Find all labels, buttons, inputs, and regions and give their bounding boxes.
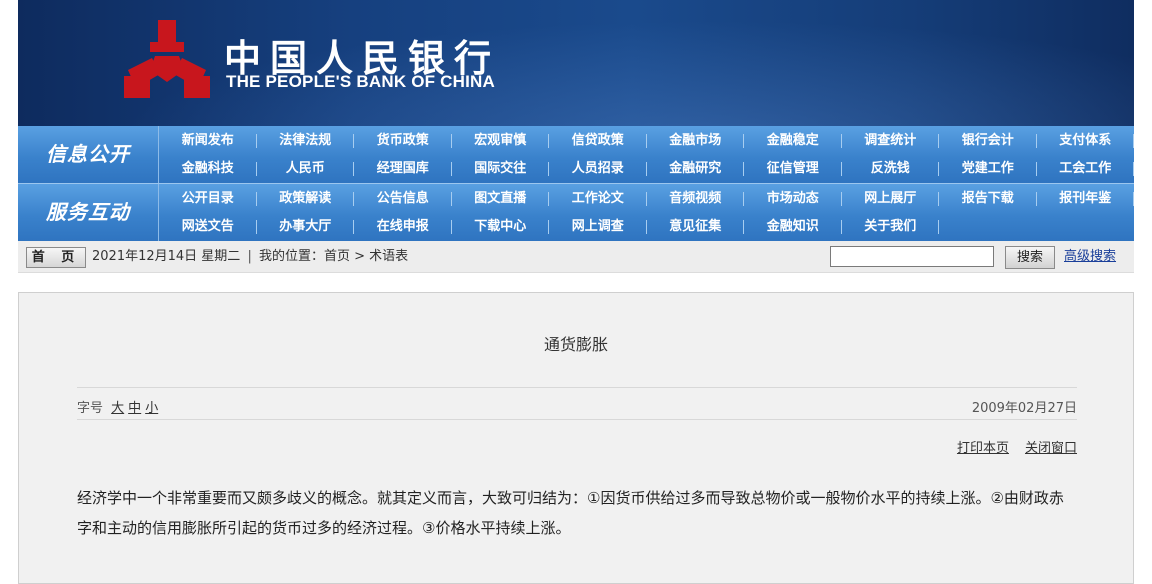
site-name-english: THE PEOPLE'S BANK OF CHINA — [226, 72, 495, 91]
font-small-link[interactable]: 小 — [145, 401, 158, 416]
nav-group-info: 信息公开 新闻发布 法律法规 货币政策 宏观审慎 信贷政策 金融市场 金融稳定 … — [18, 126, 1134, 183]
font-size-controls: 字号 大中小 — [77, 397, 158, 416]
advanced-search-link[interactable]: 高级搜索 — [1064, 241, 1116, 272]
font-medium-link[interactable]: 中 — [128, 401, 141, 416]
nav-item[interactable]: 办事大厅 — [257, 213, 355, 241]
current-date: 2021年12月14日 星期二 — [92, 249, 241, 264]
nav-item[interactable]: 银行会计 — [939, 127, 1037, 155]
nav-item[interactable]: 信贷政策 — [549, 127, 647, 155]
nav-item[interactable]: 图文直播 — [452, 185, 550, 213]
nav-item[interactable]: 法律法规 — [257, 127, 355, 155]
nav-item[interactable]: 网送文告 — [159, 213, 257, 241]
nav-item[interactable]: 下载中心 — [452, 213, 550, 241]
nav-item[interactable]: 经理国库 — [354, 155, 452, 183]
divider — [77, 419, 1077, 420]
pboc-logo-icon — [124, 20, 210, 98]
nav-item[interactable]: 报刊年鉴 — [1037, 185, 1135, 213]
search-button[interactable]: 搜索 — [1005, 246, 1055, 269]
nav-items: 新闻发布 法律法规 货币政策 宏观审慎 信贷政策 金融市场 金融稳定 调查统计 … — [159, 126, 1134, 183]
nav-item[interactable]: 政策解读 — [257, 185, 355, 213]
nav-item[interactable]: 国际交往 — [452, 155, 550, 183]
location-bar: 首 页 2021年12月14日 星期二 | 我的位置：首页 > 术语表 搜索 高… — [18, 241, 1134, 273]
nav-item[interactable]: 金融研究 — [647, 155, 745, 183]
nav-item[interactable]: 报告下载 — [939, 185, 1037, 213]
nav-item[interactable]: 公开目录 — [159, 185, 257, 213]
nav-item[interactable]: 工会工作 — [1037, 155, 1135, 183]
nav-items: 公开目录 政策解读 公告信息 图文直播 工作论文 音频视频 市场动态 网上展厅 … — [159, 184, 1134, 241]
nav-item[interactable]: 征信管理 — [744, 155, 842, 183]
nav-item[interactable]: 货币政策 — [354, 127, 452, 155]
nav-item[interactable]: 金融知识 — [744, 213, 842, 241]
divider — [77, 387, 1077, 388]
breadcrumb-separator: | — [247, 249, 252, 264]
article-title: 通货膨胀 — [543, 335, 608, 354]
nav-group-label: 信息公开 — [46, 142, 130, 166]
nav-item[interactable]: 调查统计 — [842, 127, 940, 155]
nav-item[interactable]: 党建工作 — [939, 155, 1037, 183]
nav-item[interactable]: 网上调查 — [549, 213, 647, 241]
nav-item[interactable]: 支付体系 — [1037, 127, 1135, 155]
article-body: 经济学中一个非常重要而又颇多歧义的概念。就其定义而言，大致可归结为：①因货币供给… — [77, 489, 1064, 537]
breadcrumb: 2021年12月14日 星期二 | 我的位置：首页 > 术语表 — [92, 241, 408, 272]
nav-item[interactable]: 在线申报 — [354, 213, 452, 241]
font-size-label: 字号 — [77, 401, 104, 416]
nav-item[interactable]: 新闻发布 — [159, 127, 257, 155]
nav-item[interactable]: 公告信息 — [354, 185, 452, 213]
nav-item[interactable]: 人员招录 — [549, 155, 647, 183]
nav-item[interactable]: 人民币 — [257, 155, 355, 183]
print-page-link[interactable]: 打印本页 — [957, 441, 1009, 456]
site-banner: 中国人民银行 THE PEOPLE'S BANK OF CHINA — [18, 0, 1134, 126]
nav-item[interactable]: 网上展厅 — [842, 185, 940, 213]
home-button[interactable]: 首 页 — [26, 247, 86, 268]
nav-item[interactable]: 意见征集 — [647, 213, 745, 241]
main-nav: 信息公开 新闻发布 法律法规 货币政策 宏观审慎 信贷政策 金融市场 金融稳定 … — [18, 126, 1134, 241]
publish-date: 2009年02月27日 — [971, 401, 1077, 416]
nav-group-label: 服务互动 — [46, 200, 130, 224]
nav-item[interactable]: 关于我们 — [842, 213, 940, 241]
close-window-link[interactable]: 关闭窗口 — [1025, 441, 1077, 456]
article-tools: 打印本页 关闭窗口 — [941, 437, 1077, 456]
nav-item[interactable]: 金融稳定 — [744, 127, 842, 155]
nav-item[interactable]: 金融市场 — [647, 127, 745, 155]
page-frame: 中国人民银行 THE PEOPLE'S BANK OF CHINA 信息公开 新… — [18, 0, 1134, 273]
search-input[interactable] — [830, 246, 994, 267]
nav-item[interactable]: 反洗钱 — [842, 155, 940, 183]
nav-item[interactable]: 音频视频 — [647, 185, 745, 213]
nav-item[interactable]: 市场动态 — [744, 185, 842, 213]
nav-item[interactable]: 金融科技 — [159, 155, 257, 183]
nav-group-service: 服务互动 公开目录 政策解读 公告信息 图文直播 工作论文 音频视频 市场动态 … — [18, 184, 1134, 241]
location-path: 我的位置：首页 > 术语表 — [258, 249, 409, 264]
article-panel: 通货膨胀 字号 大中小 2009年02月27日 打印本页 关闭窗口 经济学中一个非… — [18, 292, 1134, 584]
font-large-link[interactable]: 大 — [111, 401, 124, 416]
nav-item[interactable]: 工作论文 — [549, 185, 647, 213]
nav-item[interactable]: 宏观审慎 — [452, 127, 550, 155]
